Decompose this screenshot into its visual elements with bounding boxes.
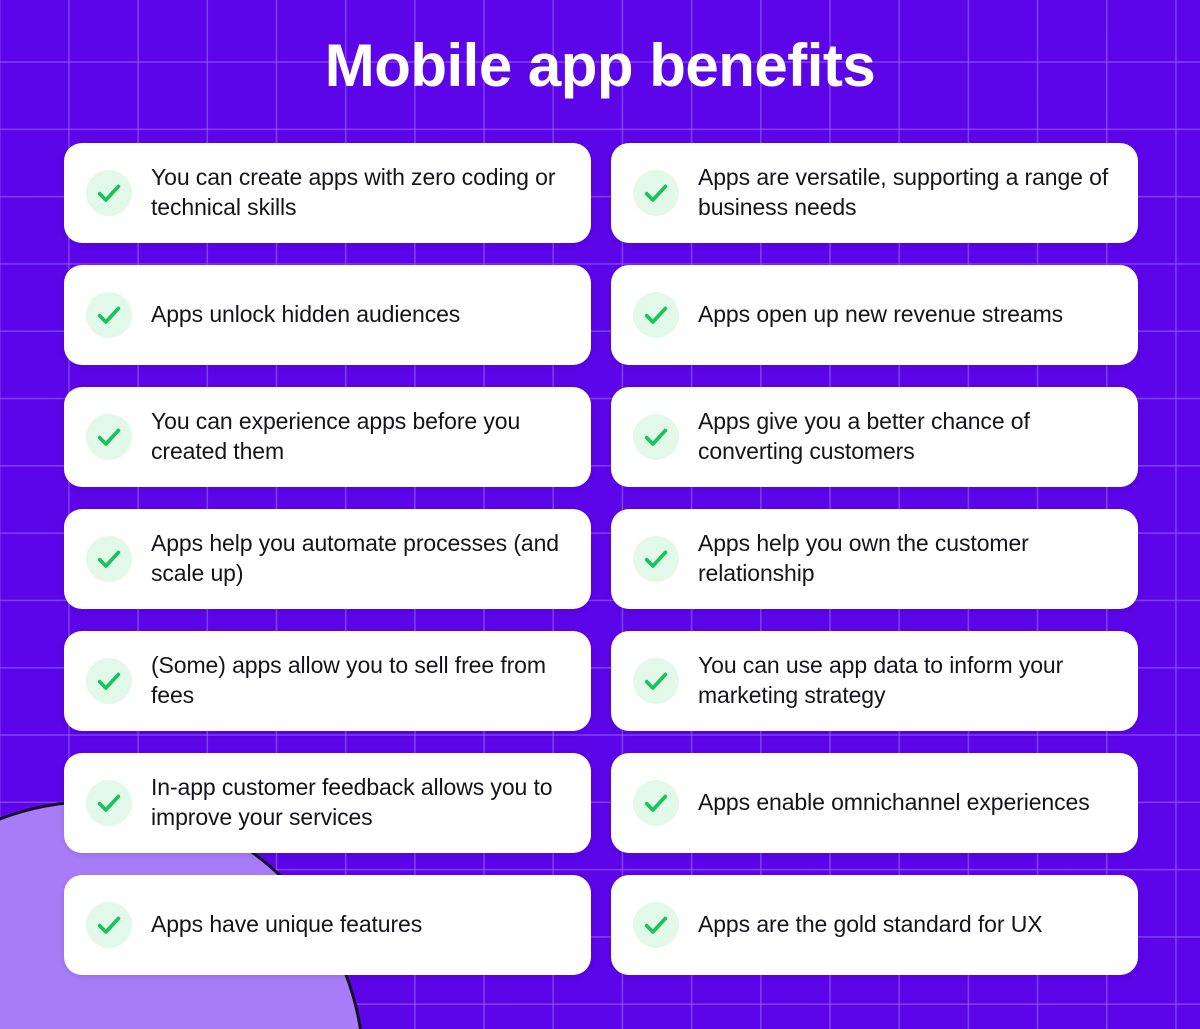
benefit-text: Apps are the gold standard for UX	[698, 911, 1043, 938]
benefit-card: You can create apps with zero coding or …	[64, 143, 591, 243]
benefit-text: You can experience apps before you creat…	[151, 408, 521, 464]
benefit-card: Apps unlock hidden audiences	[64, 265, 591, 365]
benefit-text: In-app customer feedback allows you to i…	[151, 774, 553, 830]
benefit-card: In-app customer feedback allows you to i…	[64, 753, 591, 853]
check-icon	[633, 658, 679, 704]
benefit-card: Apps help you automate processes (and sc…	[64, 509, 591, 609]
check-icon	[86, 414, 132, 460]
check-icon	[86, 658, 132, 704]
infographic-canvas: Mobile app benefits You can create apps …	[0, 0, 1200, 1029]
check-icon	[86, 902, 132, 948]
benefit-text: Apps have unique features	[151, 911, 423, 938]
benefit-text: You can create apps with zero coding or …	[151, 164, 556, 220]
benefit-text: (Some) apps allow you to sell free from …	[151, 652, 546, 708]
benefit-text: You can use app data to inform your mark…	[698, 652, 1064, 708]
check-icon	[86, 170, 132, 216]
benefit-text: Apps give you a better chance of convert…	[698, 408, 1030, 464]
benefit-text: Apps unlock hidden audiences	[151, 301, 461, 328]
benefit-text: Apps are versatile, supporting a range o…	[698, 164, 1109, 220]
check-icon	[633, 536, 679, 582]
check-icon	[86, 292, 132, 338]
benefit-card: You can experience apps before you creat…	[64, 387, 591, 487]
check-icon	[633, 780, 679, 826]
check-icon	[86, 780, 132, 826]
benefit-text: Apps help you automate processes (and sc…	[151, 530, 559, 586]
benefit-text: Apps help you own the customer relations…	[698, 530, 1029, 586]
benefit-card: Apps give you a better chance of convert…	[611, 387, 1138, 487]
check-icon	[86, 536, 132, 582]
check-icon	[633, 170, 679, 216]
benefit-text: Apps open up new revenue streams	[698, 301, 1064, 328]
benefits-grid: You can create apps with zero coding or …	[64, 143, 1138, 975]
benefit-card: Apps open up new revenue streams	[611, 265, 1138, 365]
benefit-card: Apps are versatile, supporting a range o…	[611, 143, 1138, 243]
page-title: Mobile app benefits	[324, 32, 876, 99]
benefit-card: You can use app data to inform your mark…	[611, 631, 1138, 731]
check-icon	[633, 292, 679, 338]
benefit-card: Apps help you own the customer relations…	[611, 509, 1138, 609]
check-icon	[633, 902, 679, 948]
benefit-text: Apps enable omnichannel experiences	[698, 789, 1090, 816]
benefit-card: Apps are the gold standard for UX	[611, 875, 1138, 975]
check-icon	[633, 414, 679, 460]
benefit-card: Apps have unique features	[64, 875, 591, 975]
benefit-card: (Some) apps allow you to sell free from …	[64, 631, 591, 731]
benefit-card: Apps enable omnichannel experiences	[611, 753, 1138, 853]
